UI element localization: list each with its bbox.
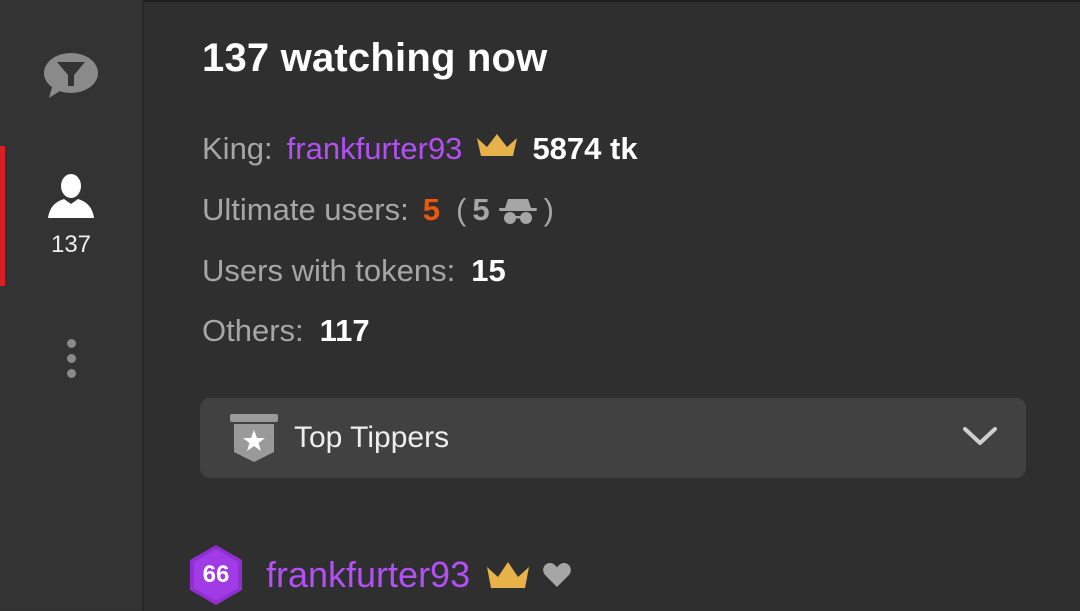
others-count: 117 <box>319 313 370 348</box>
chat-tab-button[interactable] <box>0 52 142 102</box>
more-options-button[interactable] <box>0 336 142 386</box>
chevron-down-icon <box>962 424 998 453</box>
chat-filter-icon <box>43 52 99 105</box>
heart-icon[interactable] <box>542 561 572 589</box>
users-with-tokens-row: Users with tokens: 15 <box>202 251 506 291</box>
tipper-username[interactable]: frankfurter93 <box>266 554 470 596</box>
king-tokens: 5874 tk <box>532 131 638 166</box>
king-username[interactable]: frankfurter93 <box>287 131 463 167</box>
king-row: King: frankfurter93 5874 tk <box>202 129 638 169</box>
ultimate-users-count: 5 <box>422 192 440 227</box>
users-tab-button[interactable]: 137 <box>0 146 142 286</box>
top-tippers-dropdown[interactable]: Top Tippers <box>200 398 1026 478</box>
tipper-list-item[interactable]: 66 frankfurter93 <box>188 544 572 606</box>
star-badge-icon <box>228 412 280 464</box>
hidden-users-count: 5 <box>472 192 490 227</box>
user-icon <box>47 173 95 223</box>
incognito-icon <box>498 195 538 225</box>
more-vertical-icon <box>66 336 76 381</box>
level-number: 66 <box>202 561 230 588</box>
active-tab-indicator <box>0 146 5 286</box>
crown-icon <box>484 558 532 592</box>
ultimate-users-label: Ultimate users: <box>202 192 409 227</box>
ultimate-users-row: Ultimate users: 5 ( 5 ) <box>202 190 560 230</box>
top-tippers-label: Top Tippers <box>294 421 450 454</box>
king-label: King: <box>202 131 273 166</box>
others-label: Others: <box>202 313 304 348</box>
users-with-tokens-label: Users with tokens: <box>202 253 456 288</box>
level-badge: 66 <box>188 544 244 606</box>
open-paren: ( <box>455 192 467 227</box>
users-count: 137 <box>50 230 92 258</box>
users-panel: 137 watching now King: frankfurter93 587… <box>146 0 1080 610</box>
sidebar: 137 <box>0 0 144 610</box>
crown-icon <box>474 130 520 168</box>
watching-heading: 137 watching now <box>202 36 548 80</box>
users-with-tokens-count: 15 <box>471 253 506 288</box>
close-paren: ) <box>543 192 554 227</box>
others-row: Others: 117 <box>202 311 370 351</box>
